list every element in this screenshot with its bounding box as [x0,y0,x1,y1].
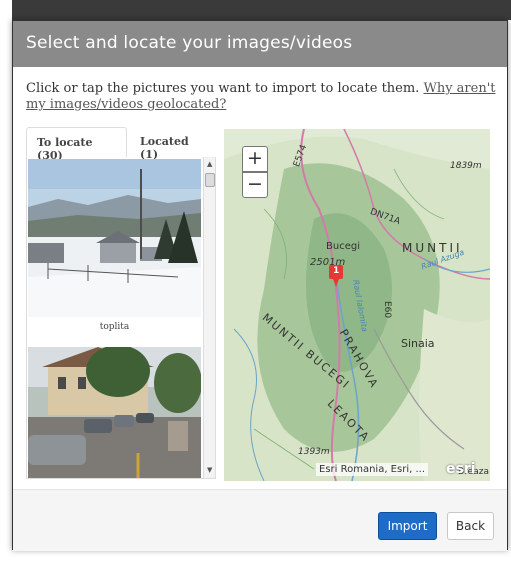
photo-tabs: To locate (30) Located (1) [26,127,216,162]
photo-thumbnail[interactable] [28,159,201,317]
map-label: Bucegi [326,241,360,252]
back-button[interactable]: Back [447,512,494,540]
dialog-footer: Import Back [13,490,507,551]
photo-thumbnail[interactable] [28,347,201,479]
zoom-out-button[interactable]: − [242,172,268,198]
import-button[interactable]: Import [378,512,437,540]
scroll-down-arrow-icon[interactable]: ▼ [207,466,212,474]
scrollbar-thumb[interactable] [205,173,215,187]
intro-text: Click or tap the pictures you want to im… [26,81,496,113]
overlay-backdrop [0,0,511,20]
dialog-header: Select and locate your images/videos [13,21,507,67]
page-margin [0,0,12,565]
locate-images-dialog: Select and locate your images/videos Cli… [12,20,508,551]
photo-list-scrollbar[interactable]: ▲ ▼ [203,157,215,478]
tab-to-locate[interactable]: To locate (30) [26,127,127,162]
page-margin-bottom [0,550,511,565]
map-label: E60 [382,301,392,319]
esri-logo: esri [446,461,476,477]
map-attribution: Esri Romania, Esri, ... [316,463,428,476]
tab-located[interactable]: Located (1) [130,127,214,161]
map-label: 1839m [450,161,482,171]
map-label: 1393m [298,447,330,457]
marker-count: 1 [333,266,340,276]
photo-caption: toplita [99,322,130,332]
dialog-title: Select and locate your images/videos [26,33,353,53]
location-map[interactable]: + − Bucegi 2501m MUNTII Sinaia PRAHOVA M… [224,129,490,481]
photo-list: toplita ▲ ▼ [26,157,216,479]
map-label: Sinaia [401,337,435,350]
scroll-up-arrow-icon[interactable]: ▲ [207,160,212,168]
intro-description: Click or tap the pictures you want to im… [26,81,424,96]
zoom-in-button[interactable]: + [242,146,268,172]
